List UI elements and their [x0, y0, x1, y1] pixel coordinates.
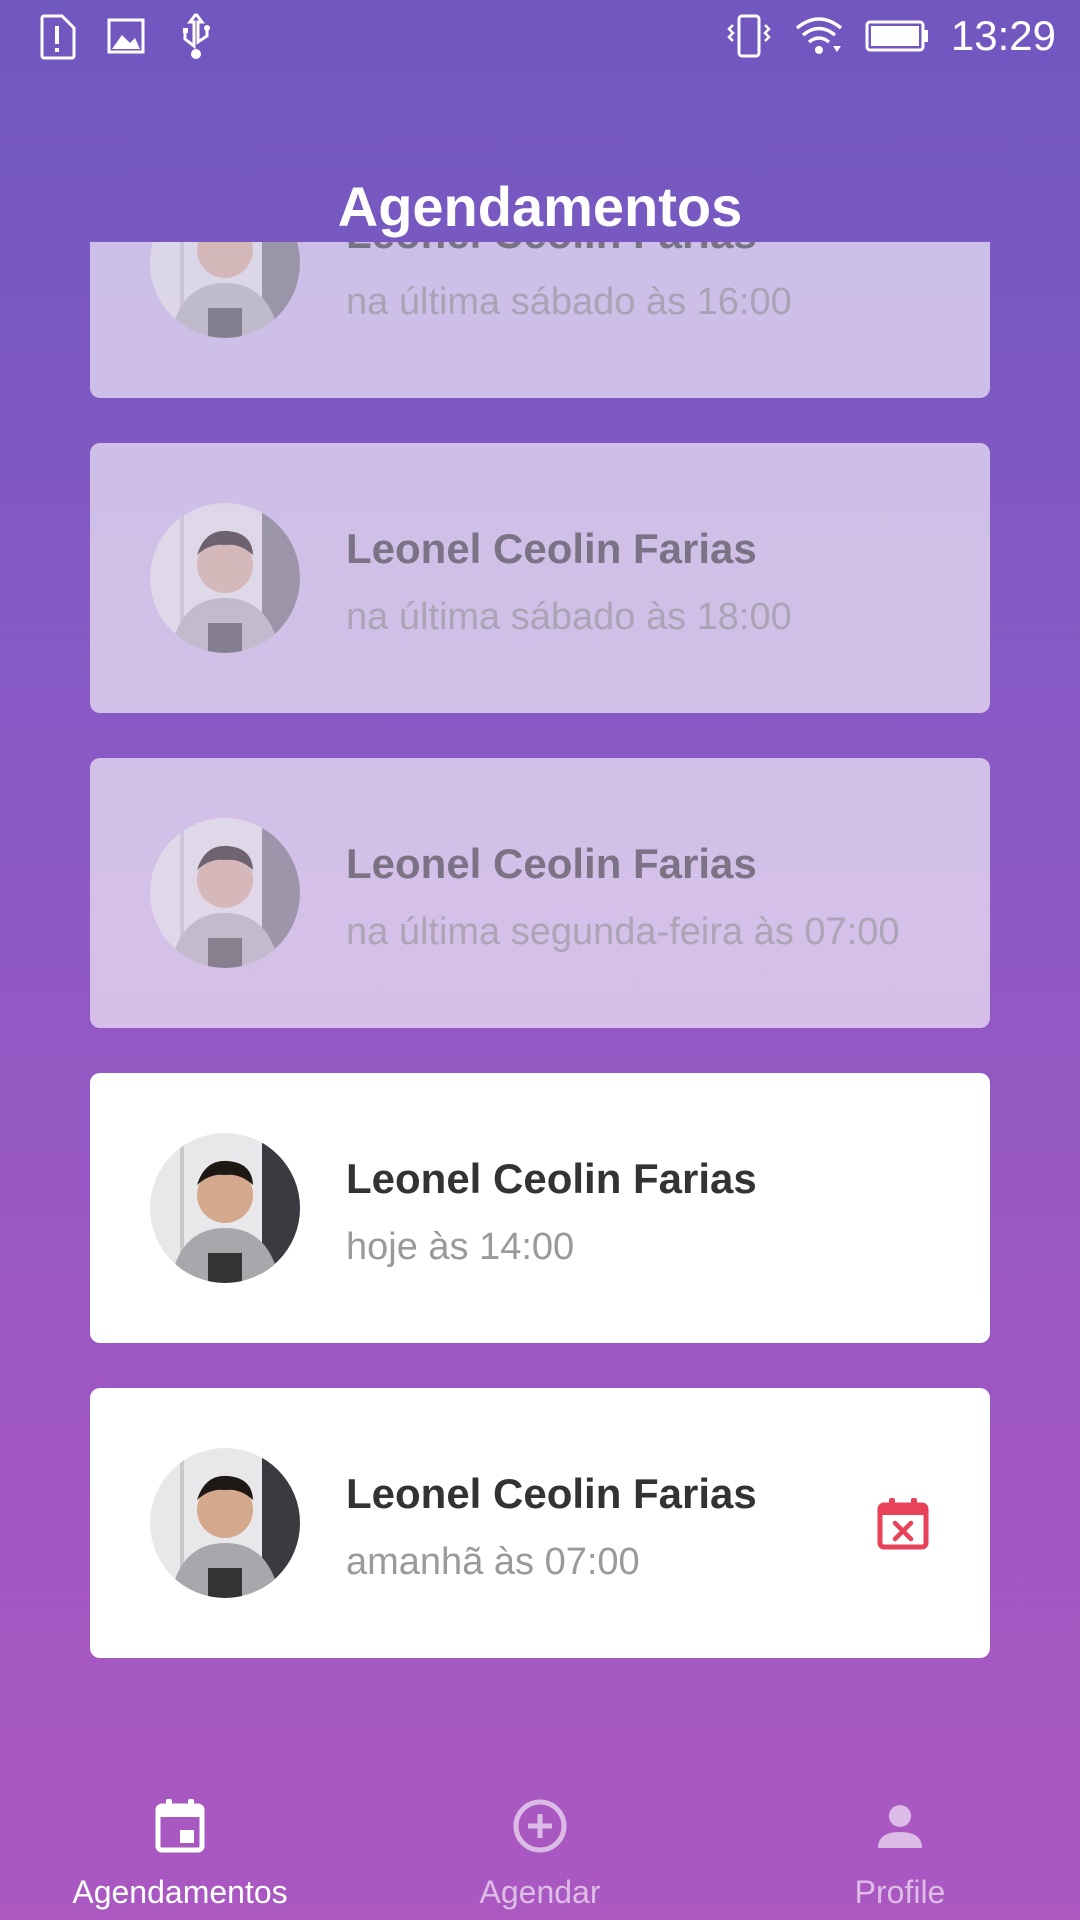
nav-item-profile[interactable]: Profile	[720, 1770, 1080, 1920]
appointment-card[interactable]: Leonel Ceolin Farias na última sábado às…	[90, 443, 990, 713]
vibrate-icon	[725, 13, 773, 59]
appointment-time: hoje às 14:00	[346, 1226, 575, 1268]
appointment-name: Leonel Ceolin Farias	[346, 840, 757, 887]
status-bar: 13:29	[0, 0, 1080, 72]
appointment-time: na última segunda-feira às 07:00	[346, 911, 900, 953]
appointment-card[interactable]: Leonel Ceolin Farias na última segunda-f…	[90, 758, 990, 1028]
appointment-card[interactable]: Leonel Ceolin Farias na última sábado às…	[90, 242, 990, 398]
appointment-name: Leonel Ceolin Farias	[346, 1155, 757, 1202]
nav-label: Agendamentos	[72, 1874, 288, 1910]
appointment-list[interactable]: Leonel Ceolin Farias na última sábado às…	[90, 242, 990, 1712]
appointment-name: Leonel Ceolin Farias	[346, 242, 757, 260]
page-title: Agendamentos	[337, 175, 743, 238]
bottom-navigation: Agendamentos Agendar Profile	[0, 1770, 1080, 1920]
calendar-cancel-icon[interactable]	[876, 1496, 930, 1550]
usb-icon	[176, 12, 216, 62]
appointment-card[interactable]: Leonel Ceolin Farias hoje às 14:00	[90, 1073, 990, 1343]
add-circle-icon	[510, 1796, 570, 1856]
wifi-icon	[795, 16, 843, 56]
nav-item-agendar[interactable]: Agendar	[360, 1770, 720, 1920]
image-icon	[106, 17, 146, 57]
nav-label: Agendar	[479, 1874, 601, 1910]
appointment-time: na última sábado às 18:00	[346, 596, 792, 638]
appointment-card[interactable]: Leonel Ceolin Farias amanhã às 07:00	[90, 1388, 990, 1658]
alert-sd-icon	[36, 14, 76, 60]
battery-icon	[865, 19, 929, 53]
avatar	[150, 1133, 300, 1283]
nav-item-agendamentos[interactable]: Agendamentos	[0, 1770, 360, 1920]
avatar	[150, 242, 300, 338]
appointment-time: amanhã às 07:00	[346, 1541, 640, 1583]
appointment-name: Leonel Ceolin Farias	[346, 525, 757, 572]
avatar	[150, 818, 300, 968]
status-time: 13:29	[950, 12, 1056, 59]
appointment-time: na última sábado às 16:00	[346, 281, 792, 323]
nav-label: Profile	[854, 1874, 946, 1910]
appointment-name: Leonel Ceolin Farias	[346, 1470, 757, 1517]
avatar	[150, 503, 300, 653]
calendar-icon	[150, 1796, 210, 1856]
avatar	[150, 1448, 300, 1598]
person-icon	[870, 1796, 930, 1856]
